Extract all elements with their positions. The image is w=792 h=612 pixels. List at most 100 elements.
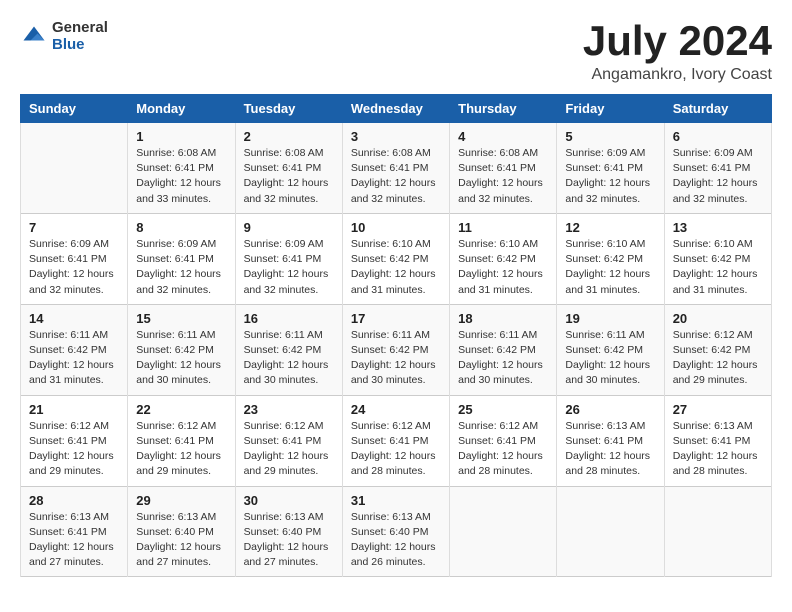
calendar-cell: 6Sunrise: 6:09 AM Sunset: 6:41 PM Daylig… bbox=[664, 123, 771, 214]
day-number: 16 bbox=[244, 311, 334, 326]
day-number: 12 bbox=[565, 220, 655, 235]
calendar-cell: 17Sunrise: 6:11 AM Sunset: 6:42 PM Dayli… bbox=[342, 304, 449, 395]
day-info: Sunrise: 6:12 AM Sunset: 6:41 PM Dayligh… bbox=[351, 419, 441, 480]
calendar-cell bbox=[557, 486, 664, 577]
title-section: July 2024 Angamankro, Ivory Coast bbox=[583, 20, 772, 84]
day-info: Sunrise: 6:13 AM Sunset: 6:40 PM Dayligh… bbox=[136, 510, 226, 571]
logo: General Blue bbox=[20, 20, 108, 53]
calendar-cell: 8 Sunrise: 6:09 AM Sunset: 6:41 PM Daylig… bbox=[128, 213, 235, 304]
header-wednesday: Wednesday bbox=[342, 95, 449, 123]
day-number: 7 bbox=[29, 220, 119, 235]
calendar-cell: 22 Sunrise: 6:12 AM Sunset: 6:41 PM Dayli… bbox=[128, 395, 235, 486]
day-number: 23 bbox=[244, 402, 334, 417]
calendar-cell: 9Sunrise: 6:09 AM Sunset: 6:41 PM Daylig… bbox=[235, 213, 342, 304]
day-info: Sunrise: 6:11 AM Sunset: 6:42 PM Dayligh… bbox=[29, 328, 119, 389]
day-number: 25 bbox=[458, 402, 548, 417]
day-info: Sunrise: 6:12 AM Sunset: 6:41 PM Dayligh… bbox=[244, 419, 334, 480]
day-info: Sunrise: 6:11 AM Sunset: 6:42 PM Dayligh… bbox=[244, 328, 334, 389]
day-number: 22 bbox=[136, 402, 226, 417]
calendar-cell: 26Sunrise: 6:13 AM Sunset: 6:41 PM Dayli… bbox=[557, 395, 664, 486]
header-monday: Monday bbox=[128, 95, 235, 123]
day-info: Sunrise: 6:09 AM Sunset: 6:41 PM Dayligh… bbox=[29, 237, 119, 298]
header-sunday: Sunday bbox=[21, 95, 128, 123]
day-info: Sunrise: 6:09 AM Sunset: 6:41 PM Dayligh… bbox=[136, 237, 226, 298]
calendar-cell: 19 Sunrise: 6:11 AM Sunset: 6:42 PM Dayli… bbox=[557, 304, 664, 395]
day-info: Sunrise: 6:08 AM Sunset: 6:41 PM Dayligh… bbox=[458, 146, 548, 207]
day-info: Sunrise: 6:10 AM Sunset: 6:42 PM Dayligh… bbox=[351, 237, 441, 298]
day-info: Sunrise: 6:12 AM Sunset: 6:41 PM Dayligh… bbox=[458, 419, 548, 480]
logo-blue-text: Blue bbox=[52, 37, 108, 54]
day-number: 11 bbox=[458, 220, 548, 235]
day-number: 30 bbox=[244, 493, 334, 508]
calendar-cell: 5 Sunrise: 6:09 AM Sunset: 6:41 PM Daylig… bbox=[557, 123, 664, 214]
calendar-cell: 28 Sunrise: 6:13 AM Sunset: 6:41 PM Dayli… bbox=[21, 486, 128, 577]
week-row-3: 14Sunrise: 6:11 AM Sunset: 6:42 PM Dayli… bbox=[21, 304, 772, 395]
day-info: Sunrise: 6:13 AM Sunset: 6:40 PM Dayligh… bbox=[244, 510, 334, 571]
calendar-cell bbox=[21, 123, 128, 214]
calendar-cell: 1Sunrise: 6:08 AM Sunset: 6:41 PM Daylig… bbox=[128, 123, 235, 214]
day-info: Sunrise: 6:08 AM Sunset: 6:41 PM Dayligh… bbox=[136, 146, 226, 207]
day-info: Sunrise: 6:11 AM Sunset: 6:42 PM Dayligh… bbox=[458, 328, 548, 389]
day-number: 20 bbox=[673, 311, 763, 326]
day-number: 28 bbox=[29, 493, 119, 508]
calendar-cell: 7 Sunrise: 6:09 AM Sunset: 6:41 PM Daylig… bbox=[21, 213, 128, 304]
day-info: Sunrise: 6:13 AM Sunset: 6:40 PM Dayligh… bbox=[351, 510, 441, 571]
week-row-4: 21 Sunrise: 6:12 AM Sunset: 6:41 PM Dayli… bbox=[21, 395, 772, 486]
calendar-cell: 14Sunrise: 6:11 AM Sunset: 6:42 PM Dayli… bbox=[21, 304, 128, 395]
calendar-cell: 16 Sunrise: 6:11 AM Sunset: 6:42 PM Dayli… bbox=[235, 304, 342, 395]
header-saturday: Saturday bbox=[664, 95, 771, 123]
day-info: Sunrise: 6:13 AM Sunset: 6:41 PM Dayligh… bbox=[29, 510, 119, 571]
calendar-cell: 30 Sunrise: 6:13 AM Sunset: 6:40 PM Dayli… bbox=[235, 486, 342, 577]
calendar-cell: 2Sunrise: 6:08 AM Sunset: 6:41 PM Daylig… bbox=[235, 123, 342, 214]
calendar-cell: 24 Sunrise: 6:12 AM Sunset: 6:41 PM Dayli… bbox=[342, 395, 449, 486]
calendar-cell: 18 Sunrise: 6:11 AM Sunset: 6:42 PM Dayli… bbox=[450, 304, 557, 395]
logo-general-text: General bbox=[52, 20, 108, 37]
day-number: 10 bbox=[351, 220, 441, 235]
day-number: 29 bbox=[136, 493, 226, 508]
day-info: Sunrise: 6:10 AM Sunset: 6:42 PM Dayligh… bbox=[458, 237, 548, 298]
day-number: 2 bbox=[244, 129, 334, 144]
calendar-cell: 21Sunrise: 6:12 AM Sunset: 6:41 PM Dayli… bbox=[21, 395, 128, 486]
calendar-cell: 25 Sunrise: 6:12 AM Sunset: 6:41 PM Dayli… bbox=[450, 395, 557, 486]
day-info: Sunrise: 6:11 AM Sunset: 6:42 PM Dayligh… bbox=[351, 328, 441, 389]
day-number: 8 bbox=[136, 220, 226, 235]
header-tuesday: Tuesday bbox=[235, 95, 342, 123]
day-info: Sunrise: 6:13 AM Sunset: 6:41 PM Dayligh… bbox=[565, 419, 655, 480]
week-row-2: 7 Sunrise: 6:09 AM Sunset: 6:41 PM Daylig… bbox=[21, 213, 772, 304]
calendar-cell: 20Sunrise: 6:12 AM Sunset: 6:42 PM Dayli… bbox=[664, 304, 771, 395]
calendar-cell: 10 Sunrise: 6:10 AM Sunset: 6:42 PM Dayli… bbox=[342, 213, 449, 304]
calendar-cell bbox=[450, 486, 557, 577]
day-info: Sunrise: 6:09 AM Sunset: 6:41 PM Dayligh… bbox=[565, 146, 655, 207]
day-info: Sunrise: 6:12 AM Sunset: 6:41 PM Dayligh… bbox=[136, 419, 226, 480]
calendar-cell: 11 Sunrise: 6:10 AM Sunset: 6:42 PM Dayli… bbox=[450, 213, 557, 304]
header-row: SundayMondayTuesdayWednesdayThursdayFrid… bbox=[21, 95, 772, 123]
month-title: July 2024 bbox=[583, 20, 772, 62]
day-number: 15 bbox=[136, 311, 226, 326]
calendar-cell: 3Sunrise: 6:08 AM Sunset: 6:41 PM Daylig… bbox=[342, 123, 449, 214]
calendar-body: 1Sunrise: 6:08 AM Sunset: 6:41 PM Daylig… bbox=[21, 123, 772, 577]
header-friday: Friday bbox=[557, 95, 664, 123]
day-number: 18 bbox=[458, 311, 548, 326]
week-row-1: 1Sunrise: 6:08 AM Sunset: 6:41 PM Daylig… bbox=[21, 123, 772, 214]
calendar-cell: 15 Sunrise: 6:11 AM Sunset: 6:42 PM Dayli… bbox=[128, 304, 235, 395]
day-number: 13 bbox=[673, 220, 763, 235]
location-title: Angamankro, Ivory Coast bbox=[583, 66, 772, 84]
calendar-table: SundayMondayTuesdayWednesdayThursdayFrid… bbox=[20, 94, 772, 577]
day-number: 5 bbox=[565, 129, 655, 144]
day-info: Sunrise: 6:13 AM Sunset: 6:41 PM Dayligh… bbox=[673, 419, 763, 480]
calendar-cell bbox=[664, 486, 771, 577]
day-number: 24 bbox=[351, 402, 441, 417]
day-number: 19 bbox=[565, 311, 655, 326]
calendar-cell: 27Sunrise: 6:13 AM Sunset: 6:41 PM Dayli… bbox=[664, 395, 771, 486]
day-info: Sunrise: 6:10 AM Sunset: 6:42 PM Dayligh… bbox=[673, 237, 763, 298]
day-info: Sunrise: 6:11 AM Sunset: 6:42 PM Dayligh… bbox=[565, 328, 655, 389]
logo-icon bbox=[20, 23, 48, 51]
week-row-5: 28 Sunrise: 6:13 AM Sunset: 6:41 PM Dayli… bbox=[21, 486, 772, 577]
header-thursday: Thursday bbox=[450, 95, 557, 123]
calendar-header: SundayMondayTuesdayWednesdayThursdayFrid… bbox=[21, 95, 772, 123]
calendar-cell: 31 Sunrise: 6:13 AM Sunset: 6:40 PM Dayli… bbox=[342, 486, 449, 577]
day-number: 21 bbox=[29, 402, 119, 417]
day-number: 4 bbox=[458, 129, 548, 144]
day-info: Sunrise: 6:11 AM Sunset: 6:42 PM Dayligh… bbox=[136, 328, 226, 389]
day-number: 31 bbox=[351, 493, 441, 508]
